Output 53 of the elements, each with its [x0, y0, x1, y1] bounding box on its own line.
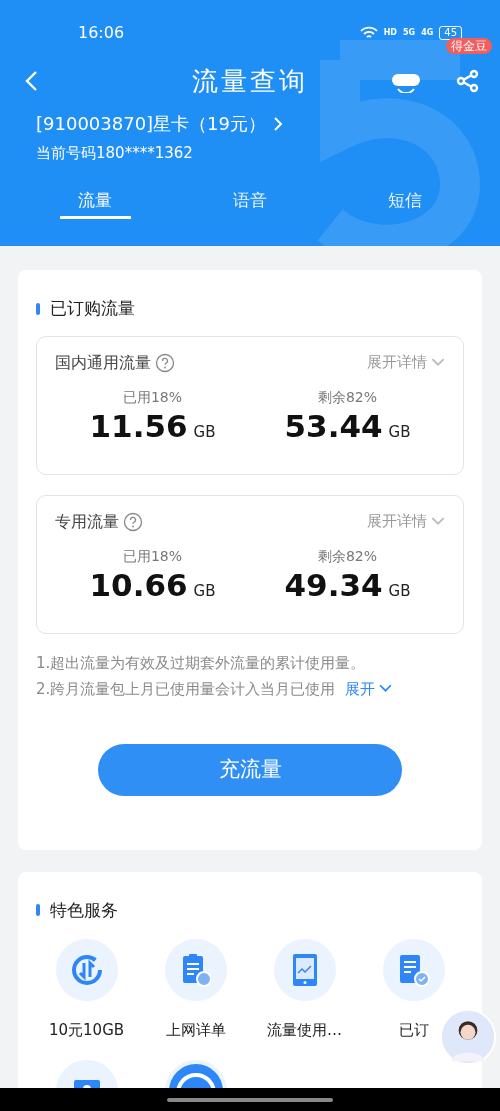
recharge-button[interactable]: 充流量	[98, 743, 402, 796]
section-marker	[36, 302, 40, 315]
usage-label: 已用18%	[122, 546, 183, 566]
plan-name[interactable]: [910003870]星卡（19元）	[36, 110, 267, 137]
network-indicator: HD	[383, 29, 397, 37]
wifi-icon	[359, 26, 378, 40]
help-icon[interactable]	[155, 352, 175, 373]
home-indicator[interactable]	[167, 1097, 333, 1102]
expand-details-button[interactable]: 展开详情	[367, 351, 445, 374]
usage-value: 10.66	[89, 566, 188, 603]
chevron-down-icon	[379, 684, 393, 693]
section-marker	[36, 904, 40, 917]
chevron-down-icon	[431, 358, 445, 367]
phone-number: 当前号码180****1362	[36, 144, 193, 162]
service-label: 流量使用…	[267, 1020, 342, 1041]
exchange-icon	[70, 954, 103, 986]
status-time: 16:06	[78, 22, 125, 44]
pool-name: 专用流量	[55, 510, 119, 533]
expand-details-button[interactable]: 展开详情	[367, 510, 445, 533]
tab[interactable]: 语音	[214, 185, 286, 219]
usage-label: 剩余82%	[317, 387, 378, 407]
usage-label: 剩余82%	[317, 546, 378, 566]
page-title: 流量查询	[192, 64, 308, 98]
document-check-icon	[397, 953, 430, 987]
tab[interactable]: 短信	[369, 185, 440, 219]
back-icon[interactable]	[24, 70, 38, 92]
usage-unit: GB	[388, 580, 411, 602]
usage-unit: GB	[193, 421, 216, 443]
tab[interactable]: 流量	[60, 185, 131, 219]
section-title: 特色服务	[50, 898, 118, 922]
pool-name: 国内通用流量	[55, 351, 151, 374]
expand-link[interactable]: 展开	[345, 675, 393, 702]
service-label: 10元10GB	[48, 1020, 125, 1041]
usage-value: 49.34	[284, 566, 383, 603]
section-title: 已订购流量	[50, 297, 135, 320]
reward-badge[interactable]: 得金豆	[446, 38, 492, 54]
clipboard-icon	[180, 953, 211, 987]
note-text: 1.超出流量为有效及过期套外流量的累计使用量。	[36, 652, 367, 674]
note-text: 2.跨月流量包上月已使用量会计入当月已使用	[36, 678, 336, 700]
service-label: 已订	[398, 1020, 429, 1041]
usage-unit: GB	[388, 421, 411, 443]
network-indicator: 5G	[403, 29, 416, 37]
usage-unit: GB	[193, 580, 216, 602]
tablet-chart-icon	[291, 953, 318, 987]
share-icon[interactable]	[456, 69, 480, 93]
usage-value: 53.44	[284, 407, 383, 444]
service-label: 上网详单	[165, 1020, 226, 1041]
chevron-down-icon	[431, 517, 445, 526]
usage-value: 11.56	[89, 407, 188, 444]
usage-label: 已用18%	[122, 387, 183, 407]
chevron-right-icon	[274, 116, 284, 131]
network-indicator: 4G	[421, 29, 434, 37]
help-icon[interactable]	[123, 511, 143, 532]
